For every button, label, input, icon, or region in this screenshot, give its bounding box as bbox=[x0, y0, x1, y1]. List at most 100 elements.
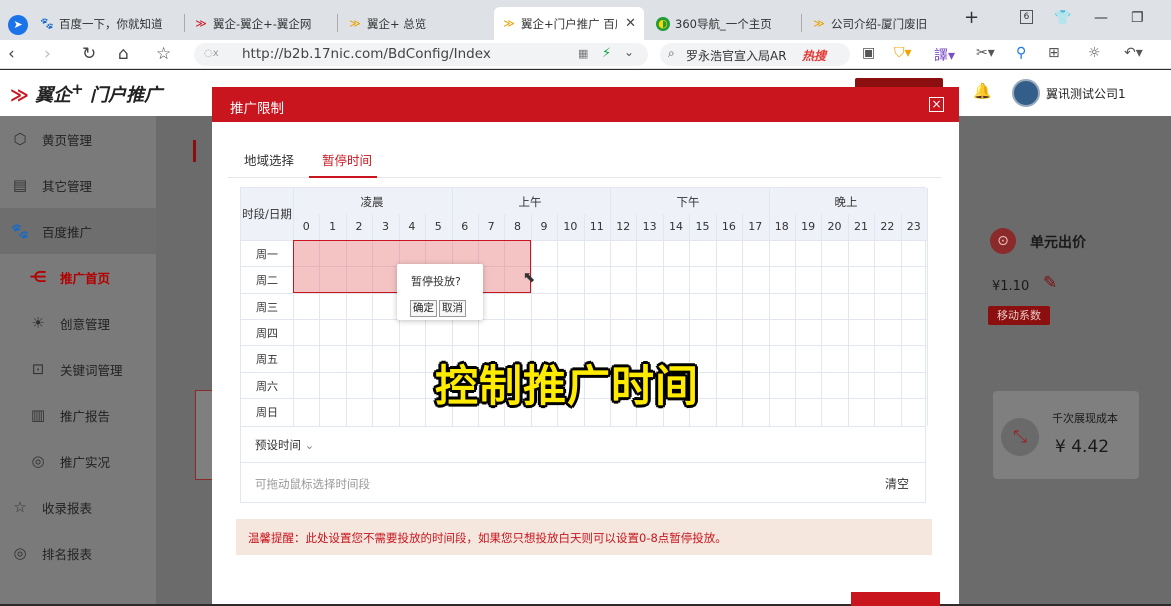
hour-label: 16 bbox=[721, 220, 736, 233]
hour-label: 3 bbox=[381, 220, 389, 233]
sidebar-item-baidu-promotion[interactable]: 🐾 百度推广 bbox=[0, 208, 156, 254]
grid-row-line bbox=[241, 318, 927, 320]
reader-icon[interactable]: ▣ bbox=[862, 45, 875, 61]
preset-time-row[interactable]: 预设时间 ⌄ bbox=[240, 427, 926, 463]
promotion-limit-dialog: 推广限制 × 地域选择 暂停时间 时段/日期 凌晨 上午 下午 晚上 01234… bbox=[212, 87, 959, 606]
grid-column-line bbox=[715, 214, 717, 426]
hour-label: 19 bbox=[801, 220, 816, 233]
tab-label: 360导航_一个主页 bbox=[675, 16, 772, 31]
sidebar-item-label: 百度推广 bbox=[42, 224, 93, 240]
yiqi-logo-icon: ≫ bbox=[813, 17, 825, 30]
day-label: 周三 bbox=[256, 300, 278, 314]
hot-search-label[interactable]: 热搜 bbox=[802, 47, 826, 64]
close-icon[interactable]: × bbox=[929, 97, 944, 112]
hour-label: 20 bbox=[827, 220, 842, 233]
magnifier-icon[interactable]: ⚲ bbox=[1016, 45, 1026, 61]
sidebar-item-creative[interactable]: ☀ 创意管理 bbox=[0, 300, 156, 346]
browser-tab[interactable]: ≫ 翼企-翼企+-翼企网 bbox=[186, 7, 336, 40]
app-logo[interactable]: ≫ 翼企+ 门户推广 bbox=[10, 80, 162, 107]
minimize-icon[interactable]: — bbox=[1094, 10, 1108, 26]
period-afternoon: 下午 bbox=[676, 195, 700, 209]
qrcode-icon[interactable]: ▦ bbox=[578, 47, 588, 60]
logo-text: 翼企 bbox=[35, 85, 72, 106]
browser-tab[interactable]: 🐾 百度一下，你就知道 bbox=[32, 7, 182, 40]
day-label: 周六 bbox=[256, 379, 278, 393]
browser-tab[interactable]: ≫ 翼企+ 总览 bbox=[340, 7, 490, 40]
forward-icon[interactable]: › bbox=[44, 44, 51, 64]
period-dawn: 凌晨 bbox=[360, 195, 384, 209]
clear-button[interactable]: 清空 bbox=[885, 475, 909, 492]
document-icon: ▤ bbox=[12, 176, 28, 194]
sidebar-item-index-report[interactable]: ☆ 收录报表 bbox=[0, 484, 156, 530]
sidebar-item-keywords[interactable]: ⊡ 关键词管理 bbox=[0, 346, 156, 392]
popup-confirm-button[interactable]: 确定 bbox=[410, 300, 437, 317]
restore-icon[interactable]: ❐ bbox=[1131, 10, 1144, 26]
yiqi-logo-icon: ≫ bbox=[195, 17, 207, 30]
avatar[interactable] bbox=[1012, 79, 1040, 107]
scissors-icon[interactable]: ✂▾ bbox=[976, 45, 995, 61]
sidebar-item-live[interactable]: ◎ 推广实况 bbox=[0, 438, 156, 484]
search-box[interactable]: ⌕ 罗永浩官宣入局AR 热搜 bbox=[660, 43, 850, 66]
mobile-coef-button[interactable]: 移动系数 bbox=[988, 306, 1050, 325]
cpm-value: ¥ 4.42 bbox=[1055, 437, 1110, 457]
star-icon[interactable]: ☆ bbox=[156, 44, 171, 64]
yiqi-logo-icon: ≫ bbox=[349, 17, 361, 30]
close-tab-icon[interactable]: ✕ bbox=[625, 16, 636, 31]
lightning-icon[interactable]: ⚡ bbox=[602, 46, 611, 61]
target-icon: ◎ bbox=[13, 544, 27, 562]
back-icon[interactable]: ‹ bbox=[8, 44, 15, 64]
shirt-icon[interactable]: 👕 bbox=[1054, 10, 1071, 26]
sidebar-item-report[interactable]: ▥ 推广报告 bbox=[0, 392, 156, 438]
new-tab-button[interactable]: + bbox=[964, 7, 979, 28]
url-field[interactable]: ◌ⅹ http://b2b.17nic.com/BdConfig/Index ▦… bbox=[194, 43, 648, 66]
tab-pause-time[interactable]: 暂停时间 bbox=[322, 150, 372, 169]
bell-icon[interactable]: 🔔 bbox=[973, 82, 992, 100]
popup-cancel-button[interactable]: 取消 bbox=[439, 300, 466, 317]
reload-icon[interactable]: ↻ bbox=[82, 44, 96, 64]
hour-label: 15 bbox=[695, 220, 710, 233]
sidebar: ⬡ 黄页管理 ▤ 其它管理 🐾 百度推广 ⋲ 推广首页 ☀ 创意管理 ⊡ 关键词… bbox=[0, 116, 156, 604]
sidebar-item-other[interactable]: ▤ 其它管理 bbox=[0, 162, 156, 208]
browser-tab[interactable]: ≫ 公司介绍-厦门废旧 bbox=[804, 7, 954, 40]
preset-text: 预设时间 bbox=[255, 438, 301, 452]
shield-icon[interactable]: ⛉▾ bbox=[894, 45, 912, 61]
apps-grid-icon[interactable]: ⊞ bbox=[1048, 45, 1060, 61]
preset-time-label: 预设时间 ⌄ bbox=[255, 437, 314, 453]
edit-icon[interactable]: ✎ bbox=[1043, 273, 1057, 293]
tab-label: 翼企-翼企+-翼企网 bbox=[213, 16, 312, 31]
brightness-icon[interactable]: ☼ bbox=[1088, 45, 1101, 61]
search-suggestion: 罗永浩官宣入局AR bbox=[686, 49, 787, 63]
mouse-cursor-icon: ⬉ bbox=[522, 268, 536, 287]
drag-hint-row: 可拖动鼠标选择时间段 清空 bbox=[240, 463, 926, 503]
sidebar-item-yellow-pages[interactable]: ⬡ 黄页管理 bbox=[0, 116, 156, 162]
home-icon[interactable]: ⌂ bbox=[118, 44, 129, 64]
tab-label: 翼企+ 总览 bbox=[367, 16, 427, 31]
bulb-icon: ☀ bbox=[31, 314, 45, 332]
translate-icon[interactable]: 譯▾ bbox=[934, 45, 955, 65]
tab-region[interactable]: 地域选择 bbox=[244, 150, 294, 169]
unit-price-title: 单元出价 bbox=[1030, 235, 1086, 251]
sidebar-item-rank-report[interactable]: ◎ 排名报表 bbox=[0, 530, 156, 576]
chevron-down-icon[interactable]: ⌄ bbox=[624, 45, 634, 59]
tab-count-badge[interactable]: 6 bbox=[1020, 10, 1033, 24]
section-marker bbox=[193, 140, 196, 162]
sidebar-item-label: 排名报表 bbox=[42, 546, 93, 562]
hour-label: 23 bbox=[906, 220, 921, 233]
sidebar-item-label: 收录报表 bbox=[42, 500, 93, 516]
grid-row-line bbox=[241, 345, 927, 347]
yiqi-logo-icon: ≫ bbox=[10, 85, 29, 106]
tab-active-indicator bbox=[309, 176, 377, 178]
chevron-down-icon: ⌄ bbox=[304, 438, 315, 452]
popup-title: 暂停投放? bbox=[411, 275, 461, 288]
hour-label: 21 bbox=[853, 220, 868, 233]
cube-icon: ⬡ bbox=[13, 130, 27, 148]
paw-icon: 🐾 bbox=[10, 222, 30, 240]
browser-tab[interactable]: ◐ 360导航_一个主页 bbox=[648, 7, 798, 40]
undo-icon[interactable]: ↶▾ bbox=[1124, 45, 1143, 61]
browser-tab-active[interactable]: ≫ 翼企+门户推广 百度 ✕ bbox=[494, 7, 644, 40]
sidebar-item-promotion-home[interactable]: ⋲ 推广首页 bbox=[0, 254, 156, 300]
bid-icon: ⊙ bbox=[990, 228, 1016, 254]
hour-label: 6 bbox=[461, 220, 469, 233]
username[interactable]: 翼讯测试公司1 bbox=[1046, 85, 1126, 102]
security-icon[interactable]: ◌ⅹ bbox=[204, 48, 219, 59]
